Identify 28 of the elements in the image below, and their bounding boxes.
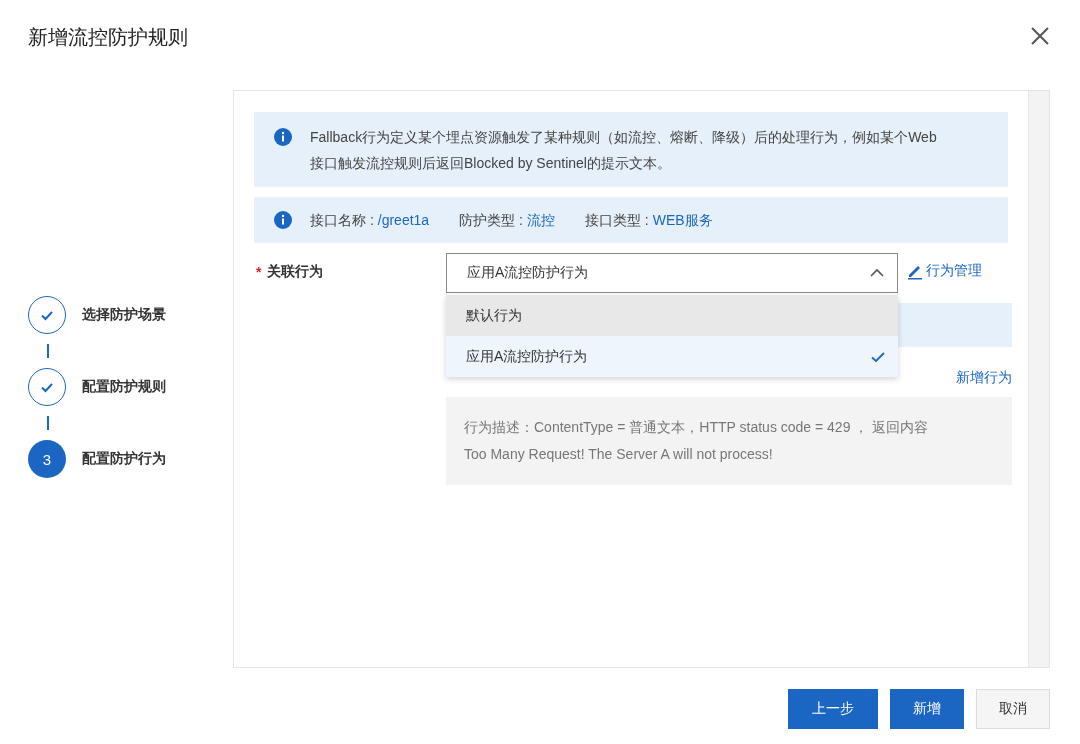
info-label: 防护类型 : <box>459 211 523 230</box>
add-behavior-link[interactable]: 新增行为 <box>956 369 1012 387</box>
notice-text: Fallback行为定义某个埋点资源触发了某种规则（如流控、熔断、降级）后的处理行为，例如某个Web接口触发流控规则后返回Blocked by Sentinel的提示文本。 <box>310 128 938 173</box>
info-icon <box>274 128 292 146</box>
step-label: 选择防护场景 <box>82 306 166 324</box>
dropdown-option[interactable]: 默认行为 <box>446 295 898 336</box>
select-field[interactable]: 应用A流控防护行为 <box>446 253 898 293</box>
dialog-title: 新增流控防护规则 <box>28 25 188 50</box>
info-value: 流控 <box>526 211 555 230</box>
info-icon <box>274 211 292 229</box>
manage-link[interactable]: 行为管理 <box>898 253 982 280</box>
step-label: 配置防护行为 <box>82 450 166 468</box>
required-mark: * <box>256 264 262 280</box>
info-label: 接口类型 : <box>584 211 649 230</box>
dialog-button[interactable]: 取消 <box>976 689 1050 729</box>
description-text: 行为描述：ContentType = 普通文本，HTTP status code = 429 ， 返回内容 <box>464 418 930 437</box>
step-label: 配置防护规则 <box>82 378 166 396</box>
field-label: 关联行为 <box>267 263 324 281</box>
dropdown-option[interactable]: 应用A流控防护行为 <box>446 336 898 377</box>
info-label: 接口名称 : <box>310 211 374 230</box>
dialog-button[interactable]: 新增 <box>890 689 964 729</box>
dialog-button[interactable]: 上一步 <box>788 689 878 729</box>
close-icon[interactable] <box>1030 26 1050 46</box>
scrollbar-track[interactable] <box>1028 91 1049 667</box>
description-text: Too Many Request! The Server A will not process! <box>464 445 774 464</box>
step-number: 3 <box>28 440 66 478</box>
info-value: /greet1a <box>377 211 430 230</box>
info-value: WEB服务 <box>652 211 713 230</box>
